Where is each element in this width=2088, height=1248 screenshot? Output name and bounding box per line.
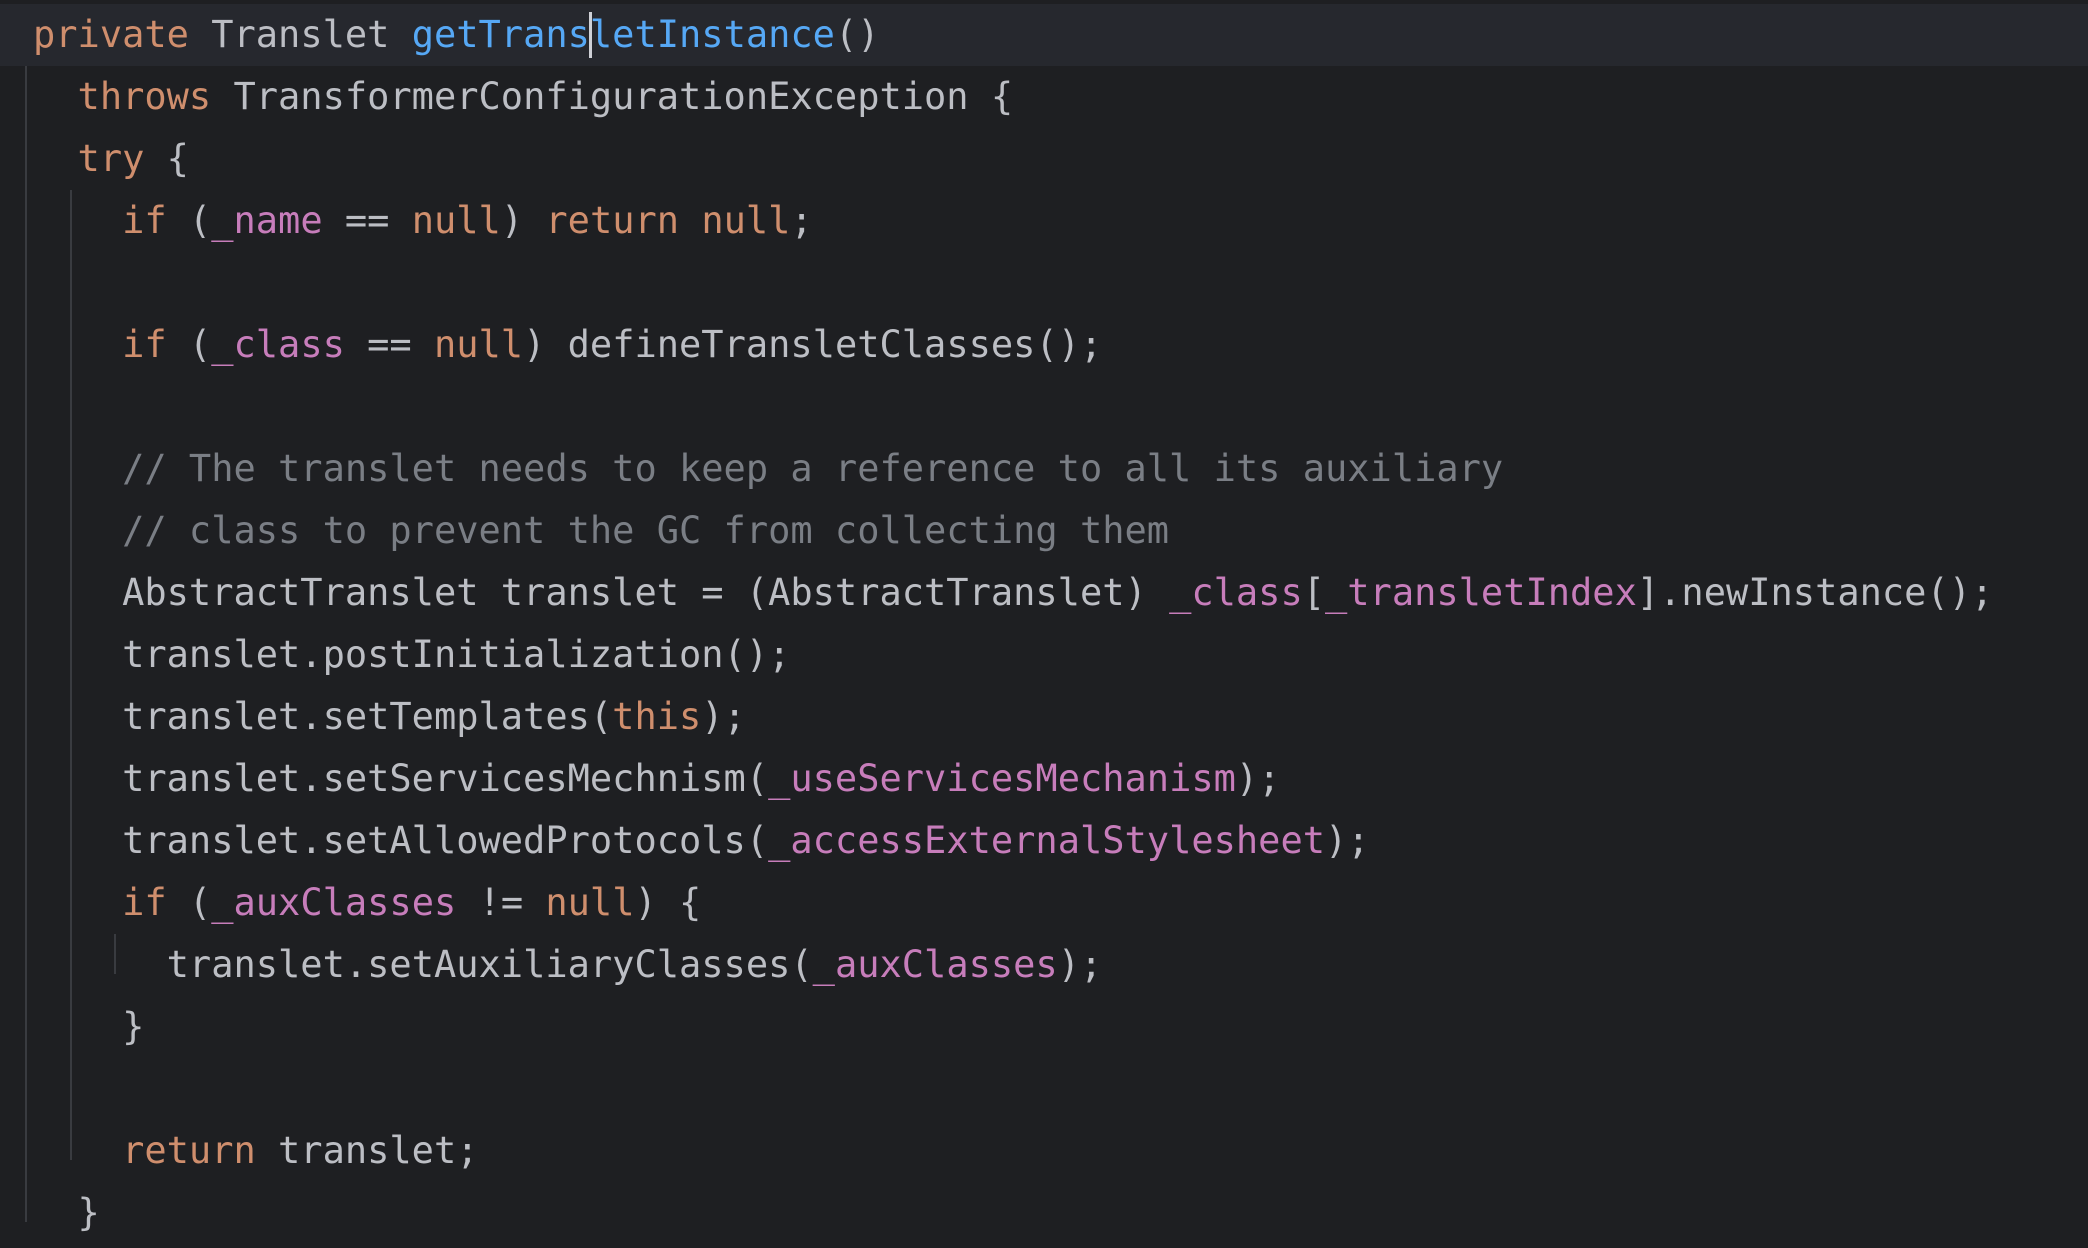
code-line[interactable] xyxy=(0,376,2088,438)
code-token: _class xyxy=(1169,571,1303,614)
code-token: translet.setServicesMechnism( xyxy=(122,757,769,800)
code-line[interactable]: translet.setTemplates(this); xyxy=(0,686,2088,748)
code-token: ) { xyxy=(634,881,702,924)
code-line[interactable]: private Translet getTransletInstance() xyxy=(0,4,2088,66)
code-token: { xyxy=(144,137,189,180)
code-token: _accessExternalStylesheet xyxy=(768,819,1326,862)
code-token: ); xyxy=(1235,757,1281,800)
text-caret xyxy=(588,12,592,58)
code-token: null xyxy=(411,199,501,242)
code-token: translet.postInitialization(); xyxy=(122,633,791,676)
code-token: // The translet needs to keep a referenc… xyxy=(122,447,1504,490)
code-line[interactable]: if (_class == null) defineTransletClasse… xyxy=(0,314,2088,376)
code-line[interactable]: throws TransformerConfigurationException… xyxy=(0,66,2088,128)
code-line[interactable]: } xyxy=(0,996,2088,1058)
code-line[interactable]: if (_name == null) return null; xyxy=(0,190,2088,252)
code-token: if xyxy=(122,323,167,366)
code-token: try xyxy=(77,137,145,180)
code-line[interactable]: if (_auxClasses != null) { xyxy=(0,872,2088,934)
code-line[interactable]: translet.postInitialization(); xyxy=(0,624,2088,686)
code-line[interactable]: // class to prevent the GC from collecti… xyxy=(0,500,2088,562)
code-token: getTransletInstance xyxy=(411,13,835,56)
code-token: () xyxy=(834,13,880,56)
code-token: // class to prevent the GC from collecti… xyxy=(122,509,1170,552)
code-token: [ xyxy=(1302,571,1325,614)
code-token: == xyxy=(344,323,434,366)
code-token: _useServicesMechanism xyxy=(768,757,1236,800)
code-token: this xyxy=(612,695,702,738)
code-token: if xyxy=(122,199,167,242)
code-line[interactable]: } xyxy=(0,1182,2088,1244)
code-token: ; xyxy=(790,199,813,242)
code-token: == xyxy=(322,199,412,242)
code-token: null xyxy=(433,323,524,366)
code-line[interactable]: // The translet needs to keep a referenc… xyxy=(0,438,2088,500)
code-token: } xyxy=(122,1005,145,1048)
code-token: ) xyxy=(500,199,546,242)
code-line[interactable]: translet.setAllowedProtocols(_accessExte… xyxy=(0,810,2088,872)
code-token: if xyxy=(122,881,167,924)
code-line[interactable] xyxy=(0,1058,2088,1120)
code-token: Translet xyxy=(188,13,412,56)
code-token: _class xyxy=(211,323,345,366)
code-token: } xyxy=(77,1191,100,1234)
code-token: _transletIndex xyxy=(1325,571,1637,614)
code-editor[interactable]: private Translet getTransletInstance() th… xyxy=(0,0,2088,1248)
code-token: ( xyxy=(166,199,212,242)
code-line[interactable]: AbstractTranslet translet = (AbstractTra… xyxy=(0,562,2088,624)
code-token: _name xyxy=(211,199,323,242)
code-token: private xyxy=(33,13,189,56)
code-token: ( xyxy=(166,881,212,924)
code-token: _auxClasses xyxy=(812,943,1058,986)
code-line[interactable]: translet.setServicesMechnism(_useService… xyxy=(0,748,2088,810)
code-line[interactable]: try { xyxy=(0,128,2088,190)
code-line[interactable] xyxy=(0,252,2088,314)
code-line[interactable]: translet.setAuxiliaryClasses(_auxClasses… xyxy=(0,934,2088,996)
code-token: null xyxy=(701,199,791,242)
code-token: AbstractTranslet translet = (AbstractTra… xyxy=(122,571,1170,614)
code-token: throws xyxy=(77,75,212,118)
code-token: ].newInstance(); xyxy=(1636,571,1994,614)
code-token: ); xyxy=(1325,819,1370,862)
code-token: ( xyxy=(166,323,212,366)
code-token: translet.setAuxiliaryClasses( xyxy=(166,943,813,986)
code-token: ); xyxy=(1057,943,1103,986)
code-line[interactable]: return translet; xyxy=(0,1120,2088,1182)
code-token: TransformerConfigurationException { xyxy=(211,75,1014,118)
code-token: null xyxy=(545,881,635,924)
code-token: ); xyxy=(701,695,746,738)
code-token: translet; xyxy=(255,1129,479,1172)
code-token: != xyxy=(456,881,546,924)
code-token: translet.setTemplates( xyxy=(122,695,613,738)
code-token: translet.setAllowedProtocols( xyxy=(122,819,769,862)
code-token: return xyxy=(122,1129,256,1172)
code-token: _auxClasses xyxy=(211,881,457,924)
code-token: ) defineTransletClasses(); xyxy=(523,323,1103,366)
code-token: return xyxy=(545,199,680,242)
